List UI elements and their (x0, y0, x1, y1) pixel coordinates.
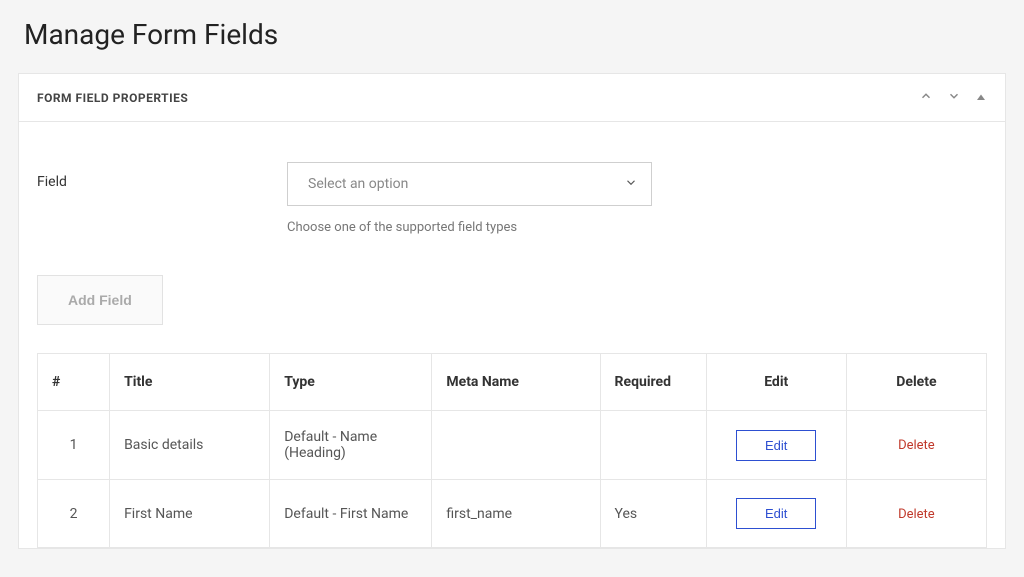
edit-button[interactable]: Edit (736, 430, 816, 461)
col-meta-header: Meta Name (432, 354, 600, 411)
panel-title: FORM FIELD PROPERTIES (37, 91, 188, 105)
col-delete-header: Delete (846, 354, 986, 411)
edit-button[interactable]: Edit (736, 498, 816, 529)
fields-table: # Title Type Meta Name Required Edit Del… (37, 353, 987, 548)
chevron-up-icon[interactable] (919, 88, 933, 107)
col-type-header: Type (270, 354, 432, 411)
field-label: Field (37, 162, 287, 190)
col-index-header: # (38, 354, 110, 411)
select-placeholder: Select an option (308, 176, 408, 192)
cell-index: 1 (38, 411, 110, 480)
panel-header: FORM FIELD PROPERTIES (19, 74, 1005, 122)
cell-index: 2 (38, 480, 110, 548)
table-row: 1 Basic details Default - Name (Heading)… (38, 411, 987, 480)
form-field-properties-panel: FORM FIELD PROPERTIES Field Select an op… (18, 73, 1006, 549)
cell-title: First Name (110, 480, 270, 548)
delete-link[interactable]: Delete (898, 507, 935, 522)
cell-required (600, 411, 706, 480)
add-field-button[interactable]: Add Field (37, 275, 163, 325)
delete-link[interactable]: Delete (898, 438, 935, 453)
panel-controls (919, 88, 987, 107)
panel-body: Field Select an option Choose one of the… (19, 122, 1005, 548)
collapse-icon[interactable] (975, 88, 987, 107)
cell-meta: first_name (432, 480, 600, 548)
cell-meta (432, 411, 600, 480)
col-edit-header: Edit (706, 354, 846, 411)
field-help-text: Choose one of the supported field types (287, 220, 652, 235)
col-title-header: Title (110, 354, 270, 411)
page-title: Manage Form Fields (0, 0, 1024, 73)
field-type-select[interactable]: Select an option (287, 162, 652, 206)
col-required-header: Required (600, 354, 706, 411)
cell-title: Basic details (110, 411, 270, 480)
table-row: 2 First Name Default - First Name first_… (38, 480, 987, 548)
chevron-down-icon[interactable] (947, 88, 961, 107)
field-type-row: Field Select an option Choose one of the… (37, 162, 987, 235)
cell-required: Yes (600, 480, 706, 548)
cell-type: Default - Name (Heading) (270, 411, 432, 480)
cell-type: Default - First Name (270, 480, 432, 548)
